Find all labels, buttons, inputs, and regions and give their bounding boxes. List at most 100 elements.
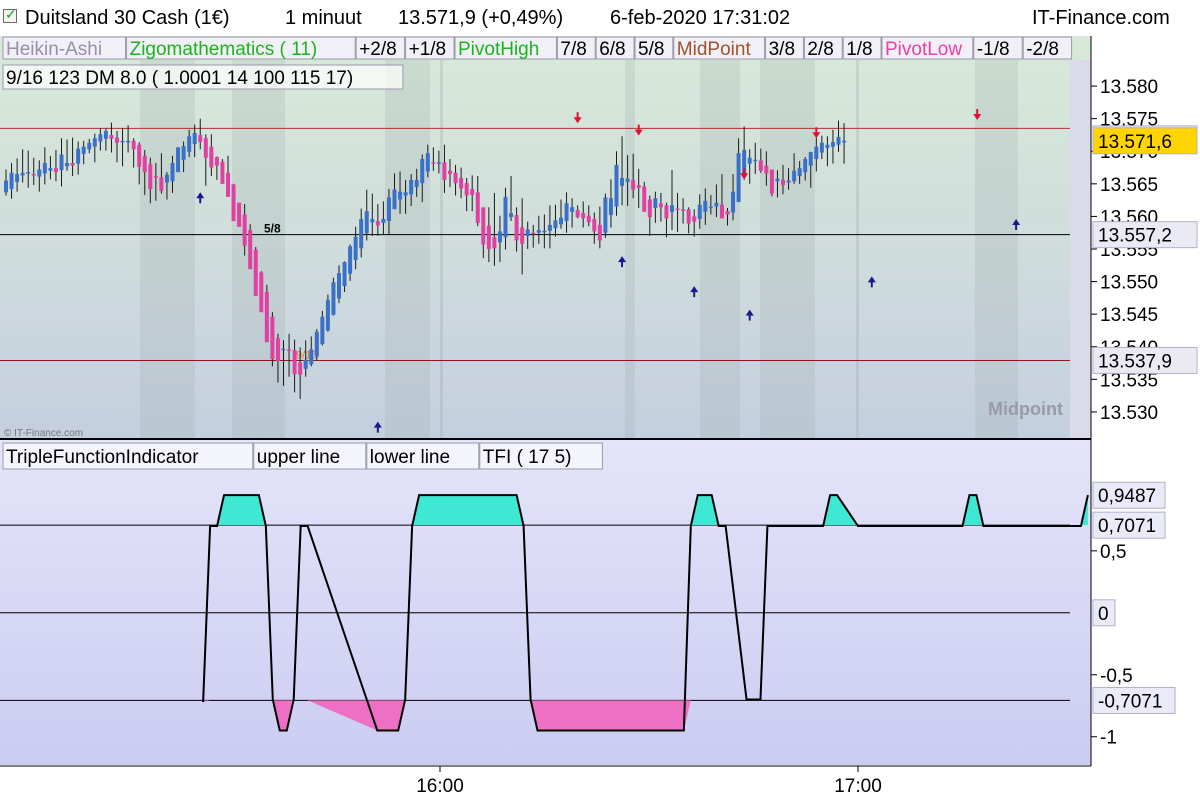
candle-body xyxy=(353,236,358,261)
candle-body xyxy=(753,159,758,162)
candle-body xyxy=(31,174,36,176)
candle-body xyxy=(670,205,674,212)
candle-body xyxy=(26,172,31,174)
candle-body xyxy=(370,219,375,223)
candle-body xyxy=(492,237,497,249)
candle-body xyxy=(475,192,480,223)
candle-body xyxy=(192,132,197,145)
candle-body xyxy=(348,246,353,274)
midpoint-watermark: Midpoint xyxy=(988,399,1063,419)
session-band xyxy=(856,60,859,438)
candle-body xyxy=(264,292,269,343)
candle-body xyxy=(564,203,569,221)
legend-top-label: Heikin-Ashi xyxy=(6,39,102,60)
candle-body xyxy=(625,178,630,182)
candle-body xyxy=(126,140,131,143)
candle-body xyxy=(98,134,103,142)
level-label-nine-sixteenths: 9/16 xyxy=(296,349,317,361)
candle-body xyxy=(314,331,319,357)
candle-body xyxy=(547,224,552,231)
candle-body xyxy=(781,179,785,186)
candle-body xyxy=(497,231,502,243)
candle-body xyxy=(237,202,242,227)
candle-body xyxy=(320,316,325,345)
candle-body xyxy=(597,224,602,241)
candle-body xyxy=(842,140,847,143)
candle-body xyxy=(259,272,264,313)
candle-body xyxy=(553,220,558,229)
candle-body xyxy=(620,177,625,186)
price-box-label: 13.557,2 xyxy=(1098,226,1172,247)
candle-body xyxy=(4,180,8,193)
candle-body xyxy=(703,200,708,212)
candle-body xyxy=(248,230,253,270)
legend-top-label: 7/8 xyxy=(560,39,586,60)
candle-body xyxy=(653,198,658,208)
legend-top-label: 3/8 xyxy=(769,39,795,60)
candle-body xyxy=(364,211,369,234)
session-band xyxy=(140,60,195,438)
session-band xyxy=(625,60,635,438)
candle-body xyxy=(359,219,364,249)
price-box-label: 13.571,6 xyxy=(1098,132,1172,153)
candle-body xyxy=(20,172,25,176)
candle-body xyxy=(675,208,680,211)
candle-body xyxy=(164,174,169,183)
candle-body xyxy=(603,197,608,233)
candle-body xyxy=(203,138,208,158)
candle-body xyxy=(486,225,491,249)
candle-body xyxy=(420,159,425,184)
candle-body xyxy=(342,262,347,287)
candle-body xyxy=(814,146,819,160)
session-band xyxy=(700,60,740,438)
candle-body xyxy=(536,230,541,233)
candle-body xyxy=(836,136,841,145)
legend-top-label: MidPoint xyxy=(677,39,752,60)
legend-top-label: Zigomathematics ( 11) xyxy=(130,39,318,60)
legend-top-label: -2/8 xyxy=(1026,39,1059,60)
candle-body xyxy=(697,204,702,220)
candle-body xyxy=(398,191,403,200)
candle-body xyxy=(120,140,125,143)
candle-body xyxy=(681,209,686,211)
candle-body xyxy=(331,282,336,315)
candle-body xyxy=(719,204,724,219)
candle-body xyxy=(131,140,136,150)
candle-body xyxy=(37,169,42,177)
price-tick-label: 13.565 xyxy=(1100,175,1158,196)
candle-body xyxy=(109,134,114,139)
candle-body xyxy=(725,211,730,215)
candle-body xyxy=(586,215,591,223)
candle-body xyxy=(298,362,303,375)
legend-second-label: 9/16 123 DM 8.0 ( 1.0001 14 100 115 17) xyxy=(6,68,353,89)
candle-body xyxy=(309,349,314,365)
legend-top-label: PivotHigh xyxy=(458,39,539,60)
candle-body xyxy=(303,359,308,369)
candle-body xyxy=(386,197,391,221)
candle-body xyxy=(220,161,225,184)
candle-body xyxy=(9,172,14,190)
candle-body xyxy=(481,207,486,245)
session-band xyxy=(760,60,815,438)
candle-body xyxy=(409,179,414,195)
price-tick-label: 13.530 xyxy=(1100,403,1158,424)
candle-body xyxy=(209,146,214,168)
candle-body xyxy=(176,147,181,173)
candle-body xyxy=(819,142,824,153)
legend-top-label: 2/8 xyxy=(807,39,833,60)
tfi-legend-label: TripleFunctionIndicator xyxy=(6,447,199,468)
candle-body xyxy=(575,209,580,218)
candle-body xyxy=(81,146,86,154)
chart-area[interactable]: 5/89/16 13.58013.57513.57013.56513.56013… xyxy=(0,0,1200,800)
candle-body xyxy=(448,170,452,175)
tfi-legend-label: TFI ( 17 5) xyxy=(483,447,572,468)
legend-top-label: 1/8 xyxy=(846,39,872,60)
candle-body xyxy=(803,159,808,173)
candle-body xyxy=(614,164,619,207)
candle-body xyxy=(792,170,797,182)
candle-body xyxy=(736,153,741,203)
legend-top-label: 6/8 xyxy=(599,39,625,60)
candle-body xyxy=(325,299,330,331)
session-band xyxy=(975,60,1018,438)
candle-body xyxy=(48,168,53,171)
